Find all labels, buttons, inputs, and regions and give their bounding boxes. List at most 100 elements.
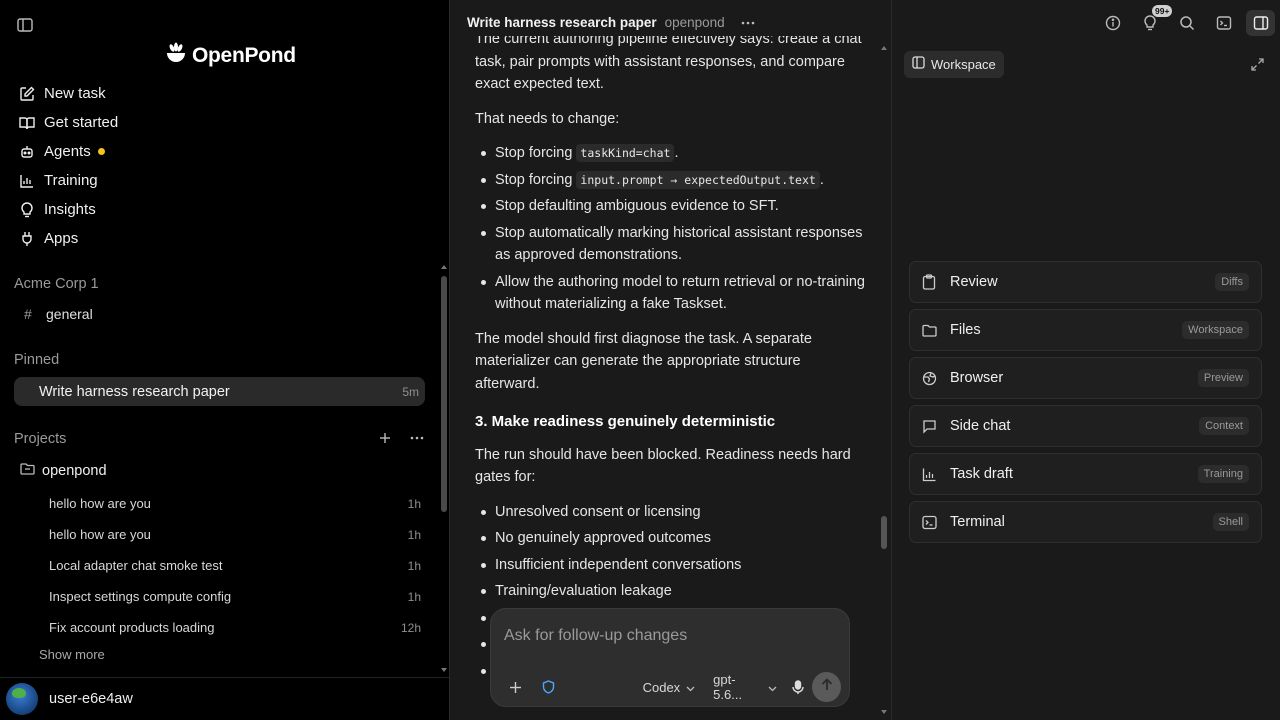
card-tag: Training (1197, 465, 1249, 483)
info-icon[interactable] (1094, 12, 1131, 34)
thread-title: hello how are you (49, 527, 151, 542)
list-item: Insufficient independent conversations (475, 554, 865, 577)
toggle-right-panel-icon[interactable] (1246, 10, 1275, 36)
notifications-lightbulb-icon[interactable]: 99+ (1131, 5, 1173, 34)
tab-workspace[interactable]: Workspace (904, 51, 1004, 78)
expand-icon[interactable] (1249, 56, 1265, 72)
thread-title: Fix account products loading (49, 620, 215, 635)
terminal-icon[interactable] (1205, 12, 1242, 34)
plus-icon[interactable] (376, 429, 394, 447)
model-selector-label: gpt-5.6... (713, 672, 743, 702)
list-item: Stop defaulting ambiguous evidence to SF… (475, 195, 865, 218)
nav-insights[interactable]: Insights (14, 195, 426, 224)
chat-bubble-icon (921, 418, 937, 434)
projects-label: Projects (14, 431, 67, 447)
nav-label: Get started (44, 114, 119, 131)
more-options-icon[interactable] (408, 429, 426, 447)
list-item[interactable]: Inspect settings compute config 1h (38, 581, 426, 612)
chevron-down-icon (768, 680, 777, 695)
pinned-thread-item[interactable]: Write harness research paper 5m (14, 377, 425, 406)
scrollbar-thumb[interactable] (441, 276, 447, 512)
card-tag: Context (1199, 417, 1249, 435)
agents-status-dot (97, 148, 105, 155)
workspace-card-terminal[interactable]: Terminal Shell (909, 501, 1262, 543)
sidebar-scrollbar[interactable] (441, 265, 447, 672)
card-label: Files (950, 322, 981, 338)
folder-icon (20, 462, 35, 481)
microphone-icon[interactable] (789, 678, 806, 696)
workspace-card-files[interactable]: Files Workspace (909, 309, 1262, 351)
send-button[interactable] (812, 672, 842, 702)
workspace-card-task-draft[interactable]: Task draft Training (909, 453, 1262, 495)
thread-more-icon[interactable] (739, 16, 757, 30)
folder-icon (921, 322, 937, 338)
nav-agents[interactable]: Agents (14, 137, 426, 166)
brand-logo[interactable]: OpenPond (165, 42, 296, 69)
project-openpond[interactable]: openpond (20, 460, 107, 482)
search-icon[interactable] (1168, 12, 1205, 34)
model-selector[interactable]: gpt-5.6... (713, 672, 777, 702)
chat-scrollbar[interactable] (881, 46, 887, 714)
list-item: Stop forcing input.prompt → expectedOutp… (475, 169, 865, 192)
plug-icon (18, 230, 36, 248)
list-item[interactable]: Fix account products loading 12h (38, 612, 426, 643)
card-tag: Diffs (1215, 273, 1249, 291)
card-label: Terminal (950, 514, 1005, 530)
card-tag: Preview (1197, 369, 1249, 387)
scroll-down-arrow-icon[interactable] (881, 710, 887, 714)
openpond-logo-icon (165, 42, 187, 69)
scroll-up-arrow-icon[interactable] (441, 265, 447, 269)
tab-label: Workspace (931, 57, 996, 72)
card-tag: Shell (1212, 513, 1249, 531)
list-item: No genuinely approved outcomes (475, 527, 865, 550)
list-item[interactable]: hello how are you 1h (38, 519, 426, 550)
nav-label: Agents (44, 143, 91, 160)
list-item: Stop automatically marking historical as… (475, 222, 865, 267)
channel-general[interactable]: # general (14, 302, 426, 326)
chevron-down-icon (686, 680, 695, 695)
workspace-card-browser[interactable]: Browser Preview (909, 357, 1262, 399)
project-thread-list: hello how are you 1h hello how are you 1h … (38, 488, 426, 643)
bullet-list: Stop forcing taskKind=chat. Stop forcing… (475, 142, 865, 316)
nav-label: Apps (44, 230, 79, 247)
pinned-thread-title: Write harness research paper (39, 383, 230, 400)
org-label: Acme Corp 1 (14, 276, 99, 292)
thread-title: hello how are you (49, 496, 151, 511)
nav-label: Insights (44, 201, 96, 218)
nav-get-started[interactable]: Get started (14, 108, 426, 137)
follow-up-input[interactable] (504, 625, 834, 647)
thread-project[interactable]: openpond (665, 15, 725, 30)
sidebar-toggle-icon[interactable] (16, 16, 34, 34)
inline-code: taskKind=chat (576, 144, 675, 162)
user-profile-button[interactable]: user-e6e4aw (0, 677, 449, 720)
nav-new-task[interactable]: New task (14, 79, 426, 108)
paragraph: The run should have been blocked. Readin… (475, 446, 851, 486)
list-item[interactable]: hello how are you 1h (38, 488, 426, 519)
shield-icon[interactable] (540, 678, 557, 696)
scroll-down-arrow-icon[interactable] (441, 668, 447, 672)
thread-title: Local adapter chat smoke test (49, 558, 223, 573)
card-label: Task draft (950, 466, 1013, 482)
scroll-up-arrow-icon[interactable] (881, 46, 887, 50)
nav-label: Training (44, 172, 98, 189)
nav-training[interactable]: Training (14, 166, 426, 195)
card-tag: Workspace (1182, 321, 1249, 339)
list-item[interactable]: Local adapter chat smoke test 1h (38, 550, 426, 581)
thread-title: Inspect settings compute config (49, 589, 232, 604)
workspace-card-side-chat[interactable]: Side chat Context (909, 405, 1262, 447)
workspace-card-review[interactable]: Review Diffs (909, 261, 1262, 303)
edit-icon (18, 85, 36, 103)
section-heading: 3. Make readiness genuinely deterministi… (475, 413, 776, 430)
list-item: Unresolved consent or licensing (475, 501, 865, 524)
show-more-link[interactable]: Show more (39, 647, 105, 662)
list-item: Stop forcing taskKind=chat. (475, 142, 865, 165)
thread-time: 1h (407, 527, 421, 542)
add-attachment-icon[interactable] (507, 678, 524, 696)
book-icon (18, 114, 36, 132)
scrollbar-thumb[interactable] (881, 516, 887, 549)
thread-time: 1h (407, 496, 421, 511)
nav-apps[interactable]: Apps (14, 224, 426, 253)
thread-time: 12h (400, 620, 421, 635)
thread-title[interactable]: Write harness research paper (467, 15, 657, 30)
agent-selector[interactable]: Codex (643, 680, 696, 695)
